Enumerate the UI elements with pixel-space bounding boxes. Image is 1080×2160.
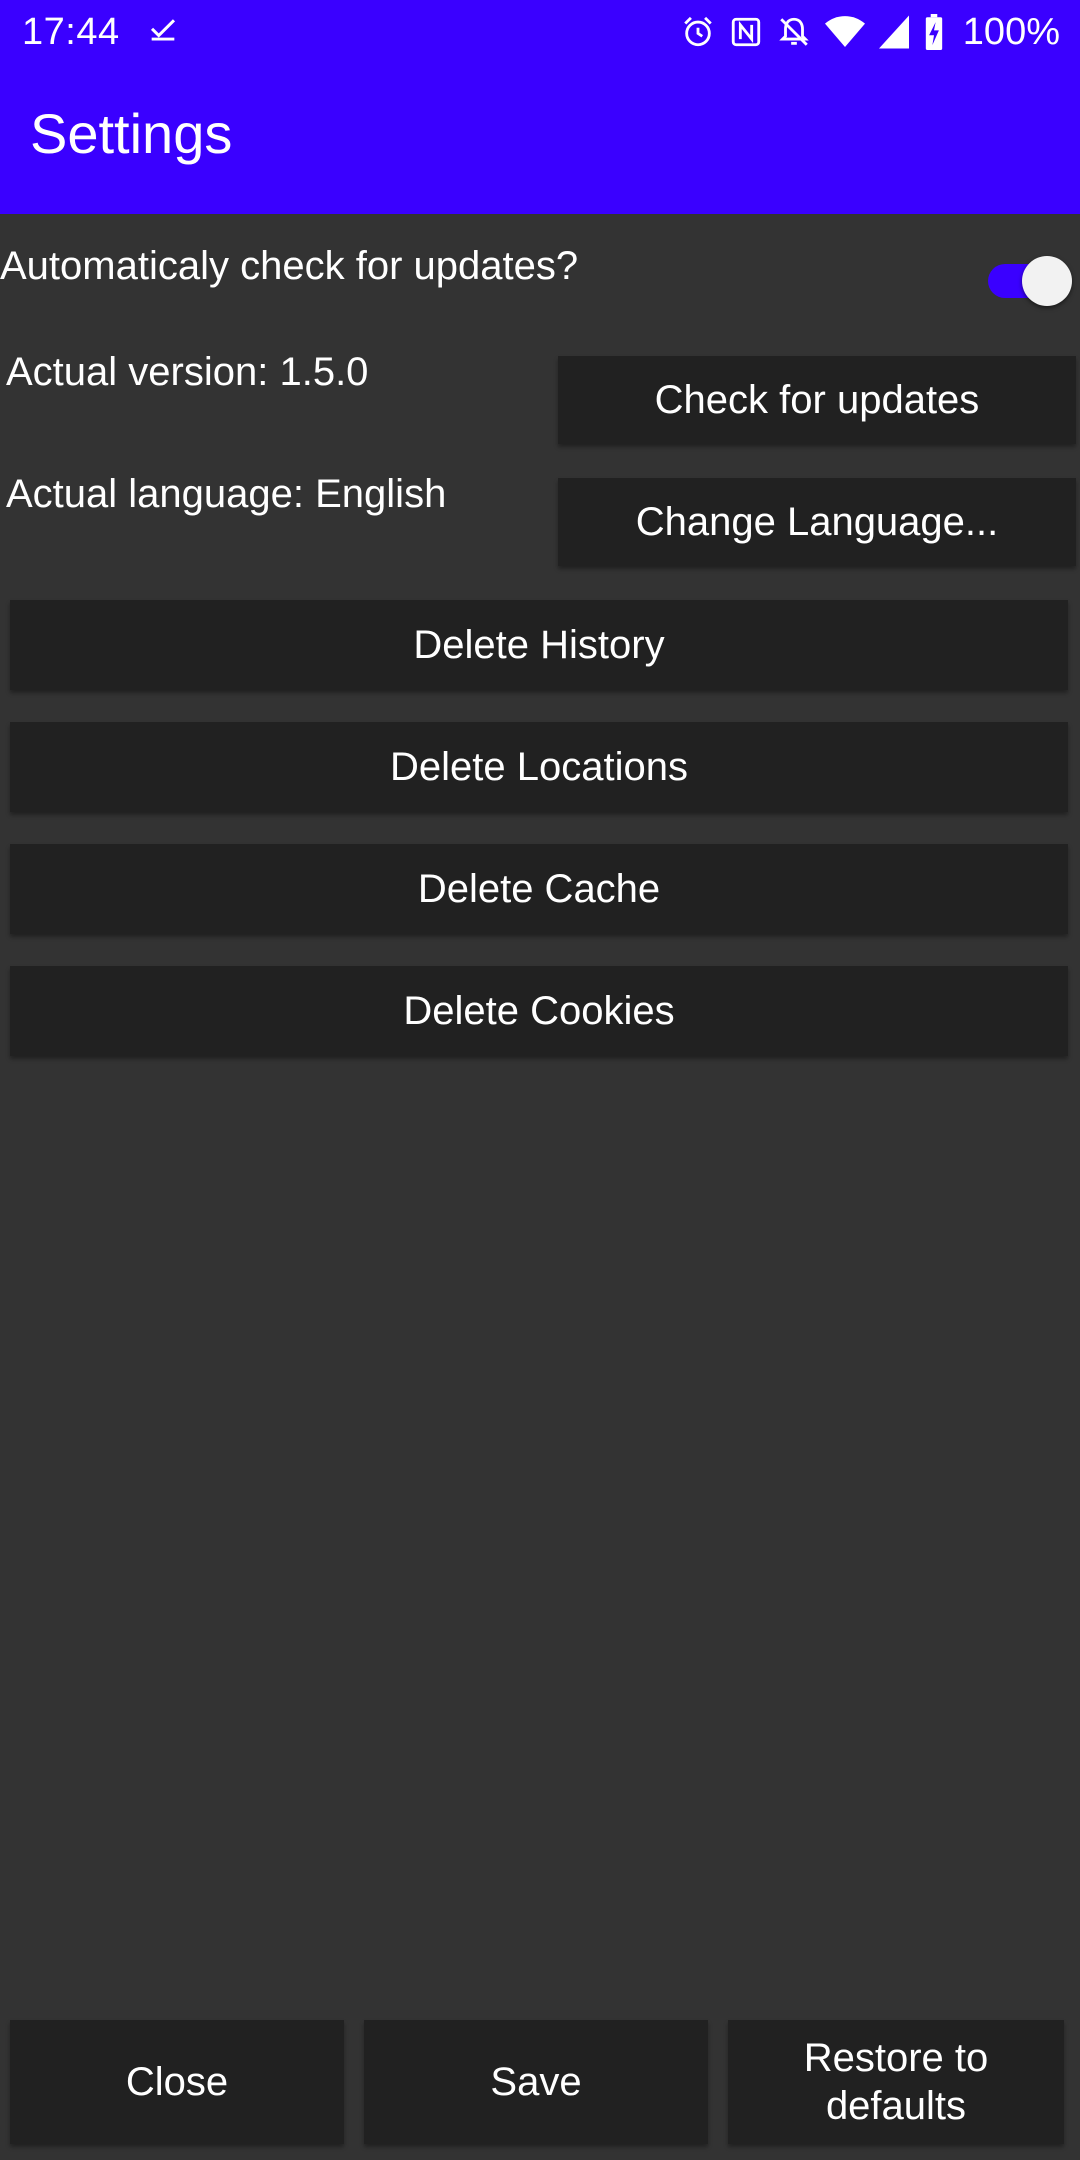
auto-update-switch[interactable] [986, 246, 1072, 306]
battery-percent: 100% [962, 10, 1060, 53]
download-done-icon [150, 19, 175, 41]
page-title: Settings [30, 101, 233, 165]
alarm-icon [684, 16, 712, 47]
auto-update-label: Automaticaly check for updates? [0, 244, 579, 288]
status-bar: 17:44 100% [0, 0, 1080, 64]
status-time: 17:44 [22, 10, 120, 53]
restore-label-line1: Restore to [803, 2036, 989, 2080]
cell-signal-icon [878, 15, 909, 49]
close-button[interactable]: Close [10, 2020, 344, 2144]
wifi-icon [824, 16, 865, 47]
save-button[interactable]: Save [364, 2020, 708, 2144]
delete-cookies-button[interactable]: Delete Cookies [10, 966, 1068, 1056]
notifications-off-icon [779, 17, 809, 46]
status-icons: 100% [681, 11, 1060, 54]
delete-history-button[interactable]: Delete History [10, 600, 1068, 690]
delete-locations-button[interactable]: Delete Locations [10, 722, 1068, 812]
app-bar: Settings [0, 64, 1080, 214]
switch-thumb [1022, 256, 1072, 306]
restore-label-line2: defaults [825, 2084, 967, 2128]
auto-update-row: Automaticaly check for updates? [0, 226, 1080, 306]
restore-defaults-button[interactable]: Restore to defaults [728, 2020, 1064, 2144]
restore-defaults-label: Restore to defaults [804, 2034, 989, 2130]
delete-cache-button[interactable]: Delete Cache [10, 844, 1068, 934]
nfc-icon [731, 17, 760, 47]
battery-charging-icon [925, 14, 942, 50]
check-updates-button[interactable]: Check for updates [558, 356, 1076, 444]
language-label: Actual language: English [6, 472, 447, 516]
settings-screen: 17:44 100% Settings Automaticaly check f… [0, 0, 1080, 2160]
version-label: Actual version: 1.5.0 [6, 350, 369, 394]
change-language-button[interactable]: Change Language... [558, 478, 1076, 566]
